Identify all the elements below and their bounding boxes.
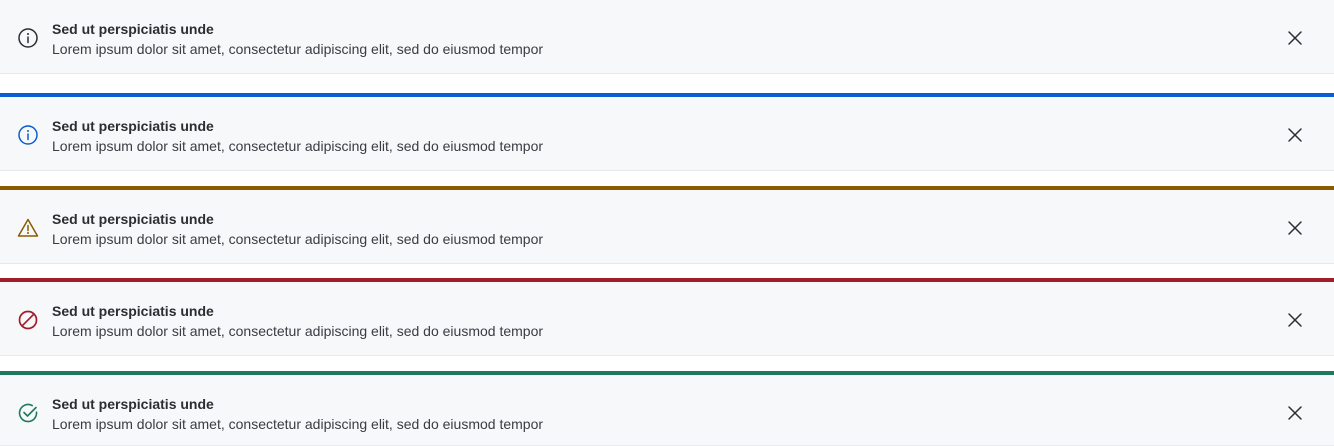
close-button[interactable] <box>1284 124 1306 146</box>
banner-title: Sed ut perspiciatis unde <box>52 118 214 134</box>
notification-banner-error: Sed ut perspiciatis unde Lorem ipsum dol… <box>0 278 1334 356</box>
banner-message: Lorem ipsum dolor sit amet, consectetur … <box>52 41 544 57</box>
banner-message: Lorem ipsum dolor sit amet, consectetur … <box>52 231 544 247</box>
banner-title: Sed ut perspiciatis unde <box>52 21 214 37</box>
notification-banner-info: Sed ut perspiciatis unde Lorem ipsum dol… <box>0 93 1334 171</box>
banner-title: Sed ut perspiciatis unde <box>52 303 214 319</box>
banner-message: Lorem ipsum dolor sit amet, consectetur … <box>52 323 544 339</box>
close-button[interactable] <box>1284 217 1306 239</box>
notification-banner-neutral: Sed ut perspiciatis unde Lorem ipsum dol… <box>0 0 1334 74</box>
close-icon <box>1288 313 1302 327</box>
close-button[interactable] <box>1284 27 1306 49</box>
banner-title: Sed ut perspiciatis unde <box>52 396 214 412</box>
info-circle-icon <box>17 124 39 146</box>
close-button[interactable] <box>1284 309 1306 331</box>
close-button[interactable] <box>1284 402 1306 424</box>
prohibited-icon <box>17 309 39 331</box>
notification-banner-success: Sed ut perspiciatis unde Lorem ipsum dol… <box>0 371 1334 446</box>
close-icon <box>1288 128 1302 142</box>
banner-title: Sed ut perspiciatis unde <box>52 211 214 227</box>
close-icon <box>1288 406 1302 420</box>
notification-banner-warning: Sed ut perspiciatis unde Lorem ipsum dol… <box>0 186 1334 264</box>
banner-message: Lorem ipsum dolor sit amet, consectetur … <box>52 138 544 154</box>
check-circle-icon <box>17 402 39 424</box>
close-icon <box>1288 31 1302 45</box>
close-icon <box>1288 221 1302 235</box>
notification-banner-stack: Sed ut perspiciatis unde Lorem ipsum dol… <box>0 0 1334 446</box>
info-circle-icon <box>17 27 39 49</box>
warning-triangle-icon <box>17 217 39 239</box>
banner-message: Lorem ipsum dolor sit amet, consectetur … <box>52 416 544 432</box>
